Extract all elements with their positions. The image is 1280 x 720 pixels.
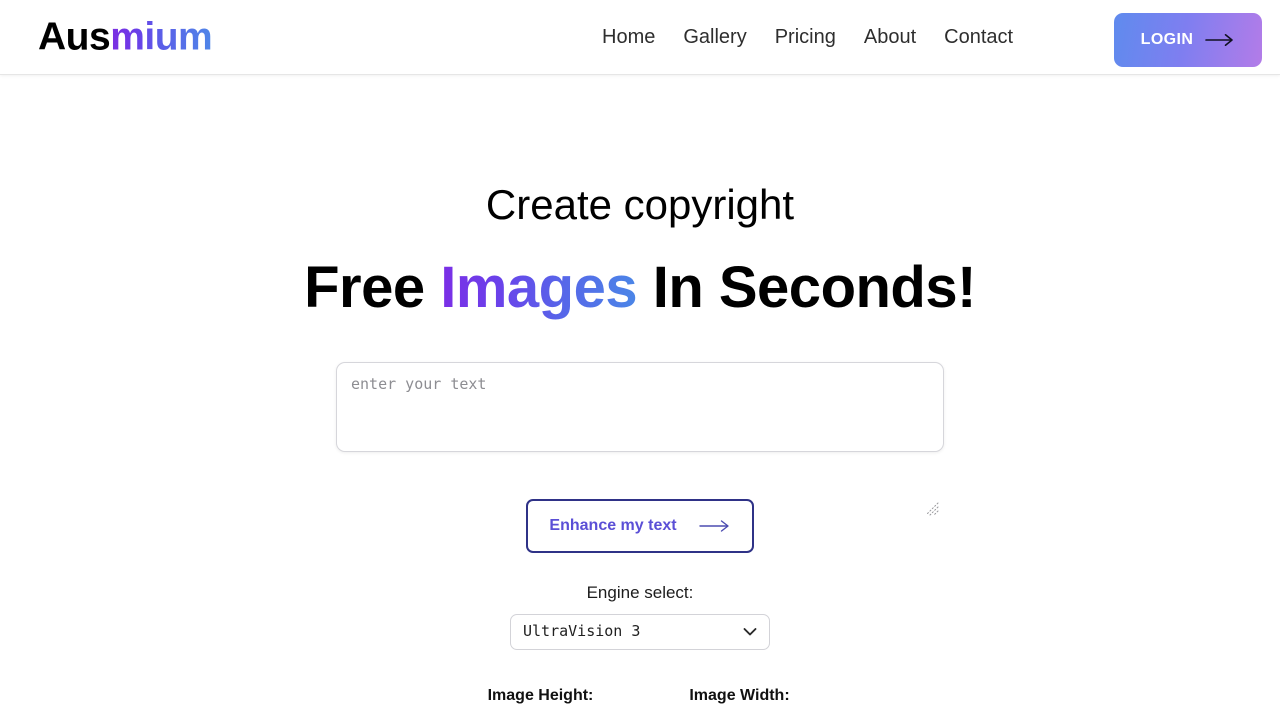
brand-logo-gradient: mium xyxy=(110,15,213,59)
image-width-label: Image Width: xyxy=(689,686,790,704)
headline-top: Create copyright xyxy=(485,181,795,228)
login-button-label: LOGIN xyxy=(1140,31,1194,48)
headline-main: Free Images In Seconds! xyxy=(0,228,1280,320)
prompt-input[interactable] xyxy=(336,361,944,452)
headline-accent: Images xyxy=(440,255,638,321)
enhance-button-label: Enhance my text xyxy=(549,516,677,534)
brand-logo[interactable]: Ausmium xyxy=(38,15,213,59)
arrow-right-icon xyxy=(698,519,731,533)
enhance-area: Enhance my text xyxy=(0,498,1280,553)
prompt-area xyxy=(0,361,1280,452)
engine-select[interactable]: UltraVision 3 xyxy=(510,613,770,650)
nav-link-about[interactable]: About xyxy=(864,27,916,47)
image-dimensions: Image Height: 512 Image Width: 512 xyxy=(0,686,1280,720)
arrow-right-icon xyxy=(1205,33,1235,47)
page-main: Create copyright Free Images In Seconds!… xyxy=(0,75,1280,720)
nav-link-home[interactable]: Home xyxy=(602,27,655,47)
site-header: Ausmium Home Gallery Pricing About Conta… xyxy=(0,0,1280,75)
headline-after: In Seconds! xyxy=(637,255,977,321)
main-nav: Home Gallery Pricing About Contact xyxy=(602,27,1013,47)
image-height-label: Image Height: xyxy=(487,686,594,704)
engine-select-label: Engine select: xyxy=(586,582,694,602)
chevron-down-icon xyxy=(743,627,757,636)
brand-logo-dark: Aus xyxy=(38,15,111,59)
nav-link-contact[interactable]: Contact xyxy=(944,27,1013,47)
engine-select-value: UltraVision 3 xyxy=(523,622,641,641)
engine-select-area: UltraVision 3 xyxy=(0,613,1280,650)
headline-before: Free xyxy=(304,255,441,321)
enhance-my-text-button[interactable]: Enhance my text xyxy=(526,498,754,553)
image-width-field: Image Width: 512 xyxy=(666,686,814,720)
image-height-field: Image Height: 512 xyxy=(467,686,615,720)
nav-link-gallery[interactable]: Gallery xyxy=(683,27,746,47)
login-button[interactable]: LOGIN xyxy=(1114,13,1262,67)
nav-link-pricing[interactable]: Pricing xyxy=(775,27,836,47)
